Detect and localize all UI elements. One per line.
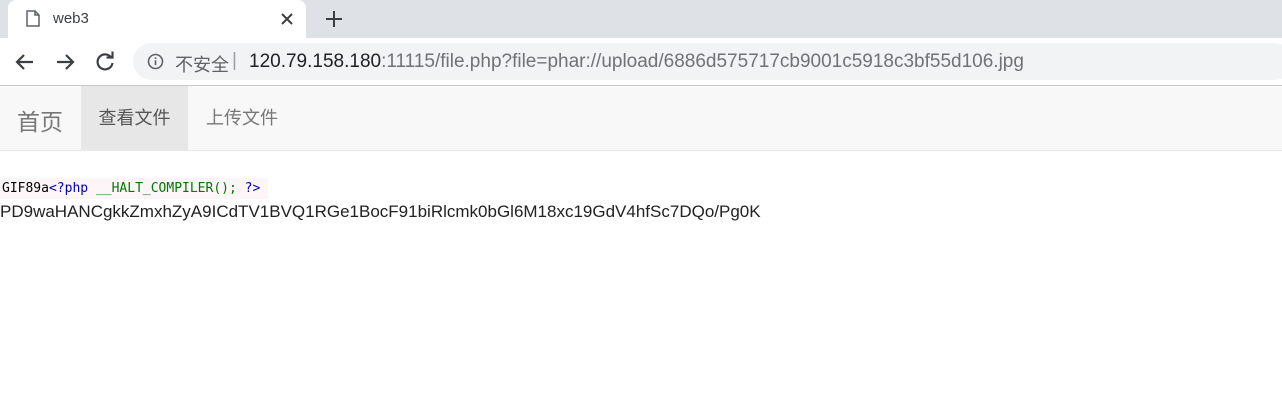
reload-icon[interactable] bbox=[92, 49, 118, 75]
nav-item-upload-file[interactable]: 上传文件 bbox=[188, 86, 296, 150]
tab-strip: web3 bbox=[0, 0, 1282, 38]
address-bar[interactable]: 不安全 | 120.79.158.180:11115/file.php?file… bbox=[133, 43, 1282, 80]
url-text[interactable]: 120.79.158.180:11115/file.php?file=phar:… bbox=[249, 51, 1024, 73]
highlighted-php-source: GIF89a<?php __HALT_COMPILER(); ?> bbox=[0, 178, 269, 199]
arrow-right-icon[interactable] bbox=[52, 49, 78, 75]
site-navbar: 首页 查看文件 上传文件 bbox=[0, 86, 1282, 151]
url-host: 120.79.158.180 bbox=[249, 51, 382, 72]
navbar-brand[interactable]: 首页 bbox=[17, 103, 63, 137]
document-icon bbox=[26, 10, 40, 27]
php-open-tag: <?php bbox=[48, 181, 89, 196]
browser-tab[interactable]: web3 bbox=[8, 0, 306, 38]
security-label[interactable]: 不安全 bbox=[175, 51, 229, 77]
php-statement: __HALT_COMPILER(); bbox=[95, 181, 237, 196]
url-separator: | bbox=[232, 50, 237, 71]
browser-toolbar: 不安全 | 120.79.158.180:11115/file.php?file… bbox=[0, 38, 1282, 86]
arrow-left-icon[interactable] bbox=[12, 49, 38, 75]
nav-item-view-files[interactable]: 查看文件 bbox=[81, 86, 188, 150]
info-icon[interactable] bbox=[147, 53, 164, 70]
base64-output: PD9waHANCgkkZmxhZyA9ICdTV1BVQ1RGe1BocF91… bbox=[0, 202, 761, 221]
url-path: :11115/file.php?file=phar://upload/6886d… bbox=[381, 51, 1024, 72]
plus-icon[interactable] bbox=[321, 6, 347, 32]
gif-header: GIF89a bbox=[2, 181, 49, 196]
tab-title: web3 bbox=[53, 10, 89, 27]
close-icon[interactable] bbox=[276, 8, 298, 30]
php-close-tag: ?> bbox=[244, 181, 261, 196]
